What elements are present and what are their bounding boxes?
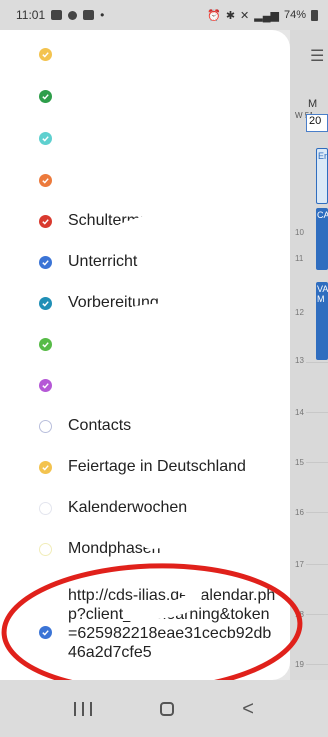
grid-line [306,512,328,513]
checked-dot-icon[interactable] [39,626,52,639]
url-calendar-label: http://cds-ilias.de/calendar.php?client_… [68,587,276,661]
hamburger-icon[interactable]: ☰ [310,46,324,66]
hour-label: 19 [295,660,304,669]
home-icon[interactable] [160,701,175,716]
status-left: 11:01 • [16,8,104,22]
calendar-row[interactable] [0,166,290,194]
calendar-label: Unterricht [68,253,138,270]
calendar-label: Vorbereitung [68,294,159,311]
checked-dot-icon[interactable] [39,214,52,228]
hour-label: 10 [295,228,304,237]
calendar-drawer: Schultermine Unterricht Vorbereitung Con… [0,30,290,680]
status-bar: 11:01 • ⏰ ✱ ✕ ▂▄▆ 74% [0,0,328,30]
calendar-row[interactable]: Vorbereitung [0,289,290,317]
dot-icon: • [100,8,105,22]
grid-line [306,462,328,463]
calendar-row[interactable] [0,40,290,68]
battery-percent: 74% [283,9,306,21]
hour-label: 17 [295,560,304,569]
checked-dot-icon[interactable] [39,255,52,269]
checked-dot-icon[interactable] [39,337,52,351]
calendar-row[interactable]: Feiertage in Deutschland [0,453,290,481]
calendar-row[interactable] [0,82,290,110]
checked-dot-icon[interactable] [39,131,52,145]
calendar-label: Mondphasen [68,540,161,557]
checked-dot-icon[interactable] [39,460,52,474]
calendar-label: Schultermine [68,212,162,229]
bluetooth-icon: ✱ [225,9,236,22]
day-label: M [308,98,318,110]
calendar-event[interactable]: CA [316,208,328,270]
hour-label: 18 [295,610,304,619]
calendar-row[interactable]: Contacts [0,412,290,440]
mute-icon: ✕ [240,9,250,22]
calendar-row[interactable]: Kalenderwochen [0,494,290,522]
calendar-row[interactable] [0,371,290,399]
gallery-icon [51,10,63,20]
calendar-label: Contacts [68,417,132,434]
battery-icon [311,9,318,21]
checked-dot-icon[interactable] [39,173,52,187]
hour-label: 13 [295,356,304,365]
status-time: 11:01 [16,8,46,22]
calendar-event[interactable]: Er [316,148,328,204]
calendar-row[interactable]: Unterricht [0,248,290,276]
calendar-row[interactable] [0,124,290,152]
calendar-row[interactable]: Schultermine [0,207,290,235]
grid-line [306,362,328,363]
lte-signal-icon: ▂▄▆ [254,9,279,22]
alarm-icon: ⏰ [207,9,221,22]
navigation-bar: < [0,680,328,737]
hour-label: 12 [295,308,304,317]
back-icon[interactable]: < [242,699,254,719]
messages-icon [68,10,78,20]
calendar-row[interactable]: Mondphasen [0,535,290,563]
checked-dot-icon[interactable] [39,378,52,392]
hour-label: 14 [295,408,304,417]
checked-dot-icon[interactable] [39,89,52,103]
grid-line [306,564,328,565]
hour-label: 16 [295,508,304,517]
grid-line [306,614,328,615]
hour-label: 15 [295,458,304,467]
date-label[interactable]: 20 [306,114,328,132]
grid-line [306,412,328,413]
calendar-event[interactable]: VA M [316,282,328,360]
recent-apps-icon[interactable] [74,701,93,716]
status-right: ⏰ ✱ ✕ ▂▄▆ 74% [207,9,318,22]
photo-icon [83,10,95,20]
checked-dot-icon[interactable] [39,47,52,61]
calendar-row[interactable] [0,330,290,358]
checked-dot-icon[interactable] [39,296,52,310]
grid-line [306,664,328,665]
calendar-label: Kalenderwochen [68,499,188,516]
unchecked-dot-icon[interactable] [39,542,52,556]
unchecked-dot-icon[interactable] [39,501,52,515]
unchecked-dot-icon[interactable] [39,419,52,433]
hour-label: 11 [295,254,304,263]
calendar-label: Feiertage in Deutschland [68,458,246,475]
calendar-background: ☰ M W 51 20 Er CA VA M 10 11 12 13 14 15… [290,30,328,680]
